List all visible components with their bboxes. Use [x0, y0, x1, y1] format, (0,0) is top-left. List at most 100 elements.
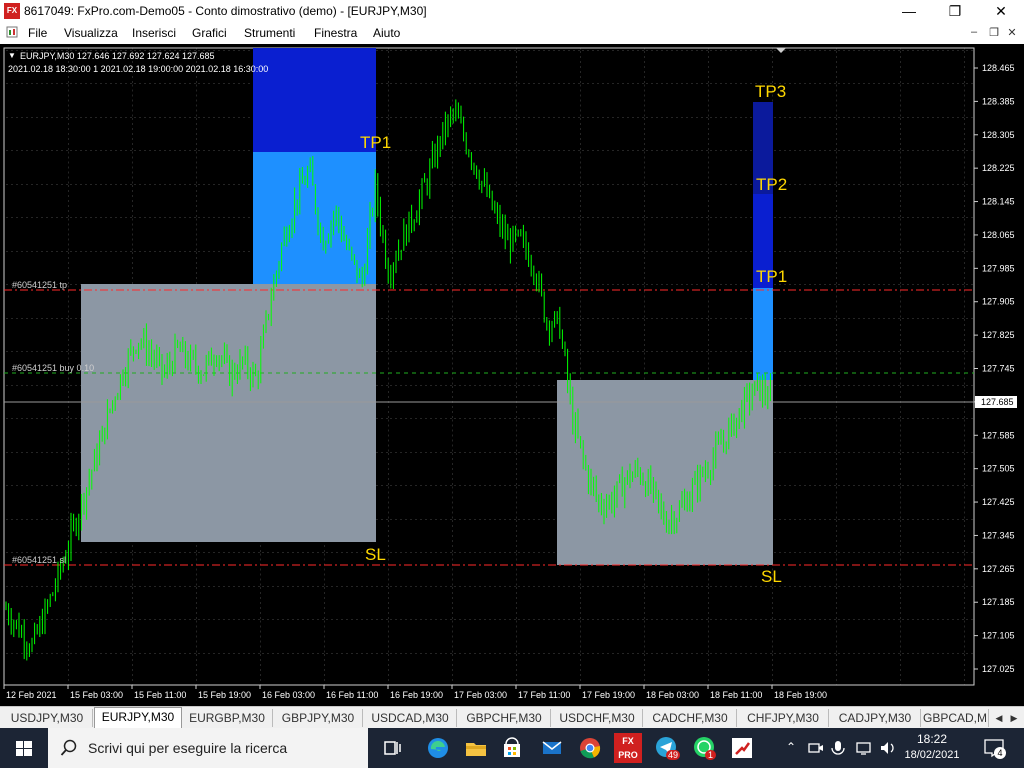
- taskbar-clock-date[interactable]: 18/02/2021: [900, 749, 964, 761]
- trading-app-icon[interactable]: [728, 734, 756, 762]
- chrome-icon[interactable]: [576, 734, 604, 762]
- search-placeholder: Scrivi qui per eseguire la ricerca: [88, 740, 288, 756]
- window-title: 8617049: FxPro.com-Demo05 - Conto dimost…: [24, 4, 427, 18]
- chart-window[interactable]: #60541251 tp #60541251 buy 0.10 #6054125…: [0, 44, 1024, 706]
- close-icon[interactable]: ✕: [978, 0, 1024, 22]
- tab-gbpjpy[interactable]: GBPJPY,M30: [274, 709, 363, 727]
- tab-gbpcad[interactable]: GBPCAD,M: [922, 709, 989, 727]
- zone-label-tp3: TP3: [755, 82, 786, 101]
- y-tick-label: 128.065: [982, 230, 1015, 240]
- child-minimize-icon[interactable]: –: [966, 26, 982, 38]
- x-tick-label: 15 Feb 03:00: [70, 690, 123, 700]
- x-tick-label: 16 Feb 03:00: [262, 690, 315, 700]
- x-tick-label: 17 Feb 03:00: [454, 690, 507, 700]
- chart-header-quote: EURJPY,M30 127.646 127.692 127.624 127.6…: [20, 51, 215, 61]
- menu-finestra[interactable]: Finestra: [314, 26, 357, 40]
- x-tick-label: 12 Feb 2021: [6, 690, 57, 700]
- tray-chevron-icon[interactable]: ⌃: [786, 740, 796, 754]
- tab-eurgbp[interactable]: EURGBP,M30: [182, 709, 273, 727]
- taskbar-clock-time[interactable]: 18:22: [906, 732, 958, 746]
- price-chart[interactable]: #60541251 tp #60541251 buy 0.10 #6054125…: [0, 44, 1024, 706]
- menu-strumenti[interactable]: Strumenti: [244, 26, 295, 40]
- volume-icon[interactable]: [878, 738, 898, 758]
- zone-label-sl-a: SL: [365, 545, 386, 564]
- zone-label-tp1-b: TP1: [756, 267, 787, 286]
- file-explorer-icon[interactable]: [462, 734, 490, 762]
- chart-header-times: 2021.02.18 18:30:00 1 2021.02.18 19:00:0…: [8, 64, 268, 74]
- edge-browser-icon[interactable]: [424, 734, 452, 762]
- collapse-triangle-icon[interactable]: ▼: [8, 51, 16, 60]
- child-restore-icon[interactable]: ❐: [986, 26, 1002, 39]
- y-tick-label: 127.985: [982, 263, 1015, 273]
- x-tick-label: 16 Feb 11:00: [326, 690, 378, 700]
- y-tick-label: 127.105: [982, 631, 1015, 641]
- y-tick-label: 127.425: [982, 497, 1015, 507]
- child-close-icon[interactable]: ✕: [1004, 26, 1020, 39]
- minimize-icon[interactable]: —: [886, 0, 932, 22]
- title-bar: FX 8617049: FxPro.com-Demo05 - Conto dim…: [0, 0, 1024, 22]
- menu-visualizza[interactable]: Visualizza: [64, 26, 118, 40]
- tab-usdcad[interactable]: USDCAD,M30: [364, 709, 457, 727]
- menu-aiuto[interactable]: Aiuto: [373, 26, 400, 40]
- x-tick-label: 15 Feb 11:00: [134, 690, 186, 700]
- tab-scroll-left-icon[interactable]: ◀: [992, 709, 1006, 727]
- fxpro-taskbar-icon[interactable]: FX PRO: [614, 733, 642, 763]
- task-view-icon[interactable]: [378, 734, 406, 762]
- y-tick-label: 128.385: [982, 96, 1015, 106]
- microphone-icon[interactable]: [828, 738, 848, 758]
- tab-eurjpy[interactable]: EURJPY,M30: [94, 707, 182, 729]
- y-tick-label: 127.905: [982, 297, 1015, 307]
- menu-bar: File Visualizza Inserisci Grafici Strume…: [0, 22, 1024, 45]
- time-axis: 12 Feb 2021 15 Feb 03:00 15 Feb 11:00 15 Fe…: [3, 685, 827, 700]
- price-axis: 128.465 128.385 128.305 128.225 128.145 128.0…: [974, 63, 1015, 674]
- tab-cadjpy[interactable]: CADJPY,M30: [830, 709, 921, 727]
- y-tick-label: 127.505: [982, 464, 1015, 474]
- x-tick-label: 18 Feb 19:00: [774, 690, 827, 700]
- taskbar-search-box[interactable]: Scrivi qui per eseguire la ricerca: [48, 728, 368, 768]
- x-tick-label: 18 Feb 03:00: [646, 690, 699, 700]
- y-tick-label: 128.305: [982, 130, 1015, 140]
- order-tp-label: #60541251 tp: [12, 280, 67, 290]
- document-icon: [6, 26, 18, 38]
- tab-scroll-right-icon[interactable]: ▶: [1007, 709, 1021, 727]
- current-price-value: 127.685: [981, 397, 1014, 407]
- x-tick-label: 18 Feb 11:00: [710, 690, 762, 700]
- tp-extended-zone-1: [253, 48, 376, 152]
- tab-usdchf[interactable]: USDCHF,M30: [552, 709, 643, 727]
- network-icon[interactable]: [854, 738, 874, 758]
- zone-label-tp2: TP2: [756, 175, 787, 194]
- y-tick-label: 127.825: [982, 330, 1015, 340]
- tab-gbpchf[interactable]: GBPCHF,M30: [458, 709, 551, 727]
- windows-start-icon[interactable]: [10, 734, 38, 762]
- y-tick-label: 127.025: [982, 664, 1015, 674]
- y-tick-label: 128.225: [982, 163, 1015, 173]
- tray-meet-icon[interactable]: [806, 738, 826, 758]
- notification-count: 4: [994, 747, 1006, 759]
- order-sl-label: #60541251 sl: [12, 555, 66, 565]
- tab-usdjpy[interactable]: USDJPY,M30: [2, 709, 93, 727]
- mail-icon[interactable]: [538, 734, 566, 762]
- x-tick-label: 16 Feb 19:00: [390, 690, 443, 700]
- zone-label-tp1-a: TP1: [360, 133, 391, 152]
- symbol-tab-bar: USDJPY,M30 EURJPY,M30 EURGBP,M30 GBPJPY,…: [0, 706, 1024, 729]
- tp1-zone-1: [253, 152, 376, 284]
- fxpro-taskbar-text: FX PRO: [618, 736, 638, 760]
- y-tick-label: 128.465: [982, 63, 1015, 73]
- windows-taskbar: Scrivi qui per eseguire la ricerca FX PR…: [0, 728, 1024, 768]
- zone-label-sl-b: SL: [761, 567, 782, 586]
- y-tick-label: 127.745: [982, 364, 1015, 374]
- tab-cadchf[interactable]: CADCHF,M30: [644, 709, 737, 727]
- y-tick-label: 127.265: [982, 564, 1015, 574]
- x-tick-label: 17 Feb 19:00: [582, 690, 635, 700]
- menu-file[interactable]: File: [28, 26, 47, 40]
- x-tick-label: 17 Feb 11:00: [518, 690, 570, 700]
- menu-inserisci[interactable]: Inserisci: [132, 26, 176, 40]
- store-icon[interactable]: [498, 734, 526, 762]
- tab-chfjpy[interactable]: CHFJPY,M30: [738, 709, 829, 727]
- sl-zone-1: [81, 284, 376, 542]
- whatsapp-badge: 1: [705, 750, 717, 760]
- x-tick-label: 15 Feb 19:00: [198, 690, 251, 700]
- maximize-icon[interactable]: ❐: [932, 0, 978, 22]
- sl-zone-2: [557, 380, 773, 565]
- menu-grafici[interactable]: Grafici: [192, 26, 227, 40]
